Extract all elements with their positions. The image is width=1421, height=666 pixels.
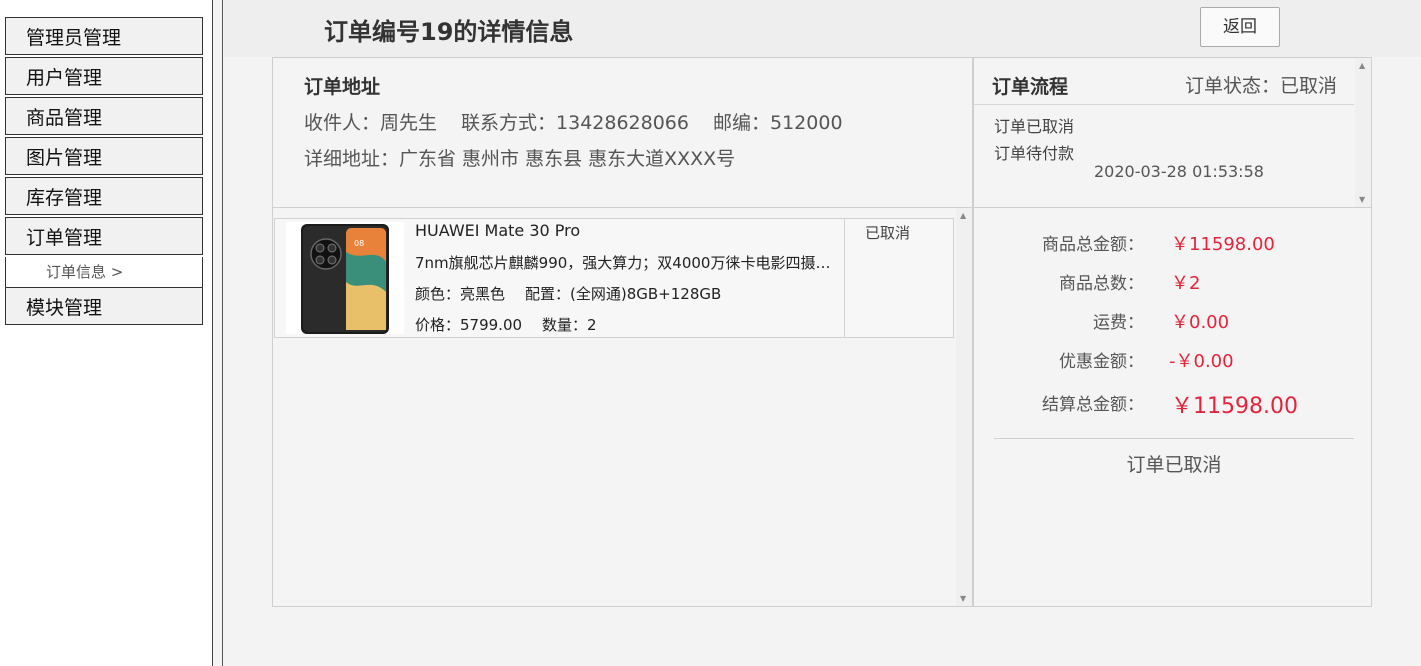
sidebar-item-images[interactable]: 图片管理 <box>5 137 203 175</box>
sidebar-item-admin[interactable]: 管理员管理 <box>5 17 203 55</box>
order-status-text: 订单状态：已取消 <box>1184 75 1337 97</box>
scroll-up-icon[interactable]: ▲ <box>1359 61 1365 70</box>
goods-scrollbar[interactable]: ▲ ▼ <box>956 208 972 606</box>
goods-status: 已取消 <box>865 224 911 242</box>
address-detail: 详细地址：广东省 惠州市 惠东县 惠东大道XXXX号 <box>304 148 736 170</box>
sidebar: 管理员管理 用户管理 商品管理 图片管理 库存管理 订单管理 订单信息 > 模块… <box>0 0 213 666</box>
scroll-up-icon[interactable]: ▲ <box>960 211 966 220</box>
sidebar-item-modules[interactable]: 模块管理 <box>5 287 203 325</box>
address-contact: 收件人：周先生 联系方式：13428628066 邮编：512000 <box>304 108 867 135</box>
sidebar-item-orders[interactable]: 订单管理 <box>5 217 203 255</box>
goods-panel: 08 HUAWEI Mate 30 Pro 7nm旗舰芯片麒麟990，强大算力；… <box>272 207 972 607</box>
flow-timestamp: 2020-03-28 01:53:58 <box>1094 162 1264 181</box>
order-flow-panel: 订单流程 订单状态：已取消 订单已取消 订单待付款 2020-03-28 01:… <box>972 57 1372 208</box>
flow-divider <box>974 104 1354 105</box>
count-value: ￥2 <box>1171 273 1201 294</box>
receiver-text: 收件人：周先生 <box>304 112 438 134</box>
total-label: 商品总金额： <box>1042 235 1144 255</box>
summary-divider <box>994 438 1354 439</box>
sidebar-item-inventory[interactable]: 库存管理 <box>5 177 203 215</box>
address-title: 订单地址 <box>304 76 381 98</box>
settle-label: 结算总金额： <box>1042 395 1144 415</box>
back-button[interactable]: 返回 <box>1200 7 1280 47</box>
phone-text: 联系方式：13428628066 <box>461 112 689 134</box>
settle-value: ￥11598.00 <box>1171 394 1298 419</box>
product-image: 08 <box>286 222 404 334</box>
flow-event: 订单待付款 <box>994 144 1075 163</box>
product-config: 配置：(全网通)8GB+128GB <box>525 285 722 303</box>
page-title: 订单编号19的详情信息 <box>324 18 574 46</box>
divider <box>222 0 223 666</box>
sidebar-subitem-order-info[interactable]: 订单信息 > <box>5 257 203 287</box>
product-color: 颜色：亮黑色 <box>415 285 506 303</box>
flow-scrollbar[interactable]: ▲ ▼ <box>1355 58 1371 207</box>
header: 订单编号19的详情信息 返回 <box>224 0 1421 57</box>
goods-divider <box>844 219 845 337</box>
product-quantity: 数量：2 <box>542 316 597 334</box>
freight-value: ￥0.00 <box>1171 312 1230 333</box>
order-cancelled-status: 订单已取消 <box>1126 454 1222 476</box>
svg-text:08: 08 <box>354 239 364 248</box>
goods-row: 08 HUAWEI Mate 30 Pro 7nm旗舰芯片麒麟990，强大算力；… <box>274 218 954 338</box>
flow-event: 订单已取消 <box>994 117 1075 136</box>
zip-text: 邮编：512000 <box>713 112 843 134</box>
flow-title: 订单流程 <box>992 76 1069 98</box>
product-desc: 7nm旗舰芯片麒麟990，强大算力；双4000万徕卡电影四摄，超感光 <box>415 254 835 272</box>
sidebar-item-products[interactable]: 商品管理 <box>5 97 203 135</box>
scroll-down-icon[interactable]: ▼ <box>1359 195 1365 204</box>
sidebar-item-users[interactable]: 用户管理 <box>5 57 203 95</box>
discount-value: -￥0.00 <box>1169 351 1234 372</box>
product-price: 价格：5799.00 <box>415 316 523 334</box>
product-price-qty: 价格：5799.00 数量：2 <box>415 314 617 335</box>
freight-label: 运费： <box>1093 313 1144 333</box>
count-label: 商品总数： <box>1059 274 1144 294</box>
address-panel: 订单地址 收件人：周先生 联系方式：13428628066 邮编：512000 详细… <box>272 57 972 208</box>
discount-label: 优惠金额： <box>1059 352 1144 372</box>
product-name[interactable]: HUAWEI Mate 30 Pro <box>415 221 580 240</box>
scroll-down-icon[interactable]: ▼ <box>960 594 966 603</box>
summary-panel: 商品总金额： ￥11598.00 商品总数： ￥2 运费： ￥0.00 优惠金额… <box>972 207 1372 607</box>
total-value: ￥11598.00 <box>1171 234 1275 255</box>
product-spec: 颜色：亮黑色 配置：(全网通)8GB+128GB <box>415 283 741 304</box>
